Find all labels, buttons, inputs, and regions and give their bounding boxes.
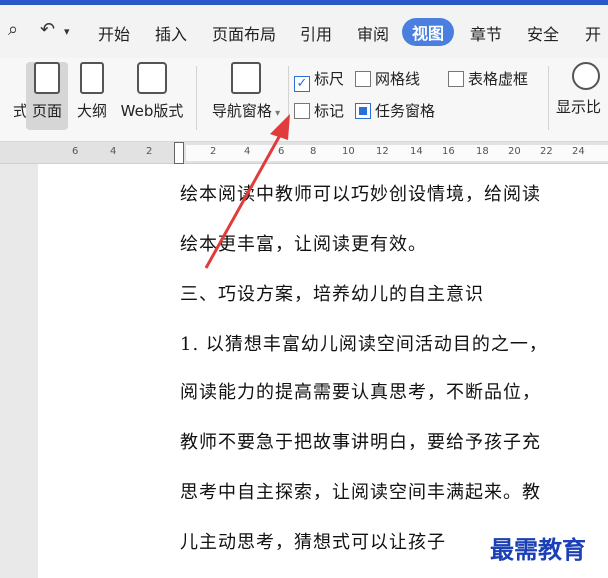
web-view-button[interactable]: Web版式 (116, 62, 188, 121)
undo-dropdown-icon[interactable]: ▾ (64, 25, 70, 38)
ruler-tick: 4 (110, 146, 117, 157)
checkbox-box (294, 103, 310, 119)
table-gridlines-label: 表格虚框 (468, 70, 529, 88)
ruler-tick: 24 (572, 146, 585, 157)
ruler-tick: 2 (146, 146, 153, 157)
ruler-tick: 14 (410, 146, 423, 157)
page-view-icon (34, 62, 60, 94)
paragraph-line[interactable]: 思考中自主探索，让阅读空间丰满起来。教 (180, 478, 541, 504)
document-area[interactable]: 绘本阅读中教师可以巧妙创设情境，给阅读 绘本更丰富，让阅读更有效。 三、巧设方案… (0, 164, 608, 578)
paragraph-line[interactable]: 阅读能力的提高需要认真思考，不断品位， (180, 378, 541, 404)
checkmark-icon: ✓ (294, 76, 310, 92)
tab-insert[interactable]: 插入 (155, 21, 187, 45)
outline-icon (80, 62, 104, 94)
tab-page-layout[interactable]: 页面布局 (212, 21, 276, 45)
checkbox-box (448, 71, 464, 87)
tab-security[interactable]: 安全 (527, 21, 559, 45)
ruler-tick: 20 (508, 146, 521, 157)
ruler-checkbox[interactable]: ✓ 标尺 (294, 68, 344, 92)
gridlines-label: 网格线 (375, 70, 421, 88)
ruler-tick: 18 (476, 146, 489, 157)
paragraph-line[interactable]: 绘本更丰富，让阅读更有效。 (180, 230, 427, 256)
ruler-tick: 2 (210, 146, 217, 157)
ruler-tick: 22 (540, 146, 553, 157)
page-view-label: 页面 (31, 102, 62, 120)
paragraph-line[interactable]: 儿主动思考，猜想式可以让孩子 (180, 528, 446, 554)
tab-developer[interactable]: 开 (585, 21, 601, 45)
nav-pane-label: 导航窗格 ▾ (211, 102, 281, 120)
indent-marker-icon[interactable] (174, 142, 184, 164)
tab-start[interactable]: 开始 (98, 21, 130, 45)
ruler-tick: 6 (278, 146, 285, 157)
ruler-tick: 8 (310, 146, 317, 157)
page-view-button[interactable]: 页面 (26, 62, 68, 130)
ruler-tick: 6 (72, 146, 79, 157)
markup-label: 标记 (314, 102, 345, 120)
outline-view-label: 大纲 (76, 102, 107, 120)
ruler-tick: 4 (244, 146, 251, 157)
tab-chapter[interactable]: 章节 (470, 21, 502, 45)
tab-review[interactable]: 审阅 (357, 21, 389, 45)
paragraph-line[interactable]: 教师不要急于把故事讲明白，要给予孩子充 (180, 428, 541, 454)
nav-pane-button[interactable]: 导航窗格 ▾ (204, 62, 288, 121)
ribbon: 式 页面 大纲 Web版式 导航窗格 ▾ ✓ 标尺 网格线 表格虚框 标记 任务窗… (0, 58, 608, 142)
ribbon-separator (288, 66, 289, 130)
ruler-label: 标尺 (314, 70, 345, 88)
task-pane-filled-icon (355, 103, 371, 119)
ruler-tick: 12 (376, 146, 389, 157)
watermark-logo: 最需教育 (490, 530, 586, 565)
document-page[interactable]: 绘本阅读中教师可以巧妙创设情境，给阅读 绘本更丰富，让阅读更有效。 三、巧设方案… (38, 164, 608, 578)
undo-icon[interactable]: ↶ (40, 19, 55, 40)
tab-references[interactable]: 引用 (300, 21, 332, 45)
checkbox-box (355, 71, 371, 87)
ruler-tick: 16 (442, 146, 455, 157)
tab-view[interactable]: 视图 (402, 18, 455, 46)
gridlines-checkbox[interactable]: 网格线 (355, 68, 420, 89)
table-gridlines-checkbox[interactable]: 表格虚框 (448, 68, 528, 89)
ribbon-separator (196, 66, 197, 130)
web-layout-icon (137, 62, 167, 94)
nav-pane-icon (231, 62, 261, 94)
task-pane-checkbox[interactable]: 任务窗格 (355, 100, 435, 121)
task-pane-label: 任务窗格 (375, 102, 436, 120)
zoom-button[interactable]: 显示比 (556, 62, 608, 117)
paragraph-line[interactable]: 绘本阅读中教师可以巧妙创设情境，给阅读 (180, 180, 541, 206)
zoom-label: 显示比 (556, 98, 602, 116)
menu-bar: ⌕ ↶ ▾ 开始 插入 页面布局 引用 审阅 视图 章节 安全 开 (0, 0, 608, 58)
paragraph-line[interactable]: 1. 以猜想丰富幼儿阅读空间活动目的之一， (180, 330, 548, 356)
web-view-label: Web版式 (120, 102, 184, 120)
paragraph-line[interactable]: 三、巧设方案，培养幼儿的自主意识 (180, 280, 484, 306)
ruler-tick: 10 (342, 146, 355, 157)
ribbon-separator (548, 66, 549, 130)
outline-view-button[interactable]: 大纲 (70, 62, 114, 121)
markup-checkbox[interactable]: 标记 (294, 100, 344, 121)
ruler[interactable]: 6 4 2 2 4 6 8 10 12 14 16 18 20 22 24 (0, 142, 608, 164)
zoom-percent-icon (572, 62, 600, 90)
print-preview-icon[interactable]: ⌕ (8, 19, 18, 40)
